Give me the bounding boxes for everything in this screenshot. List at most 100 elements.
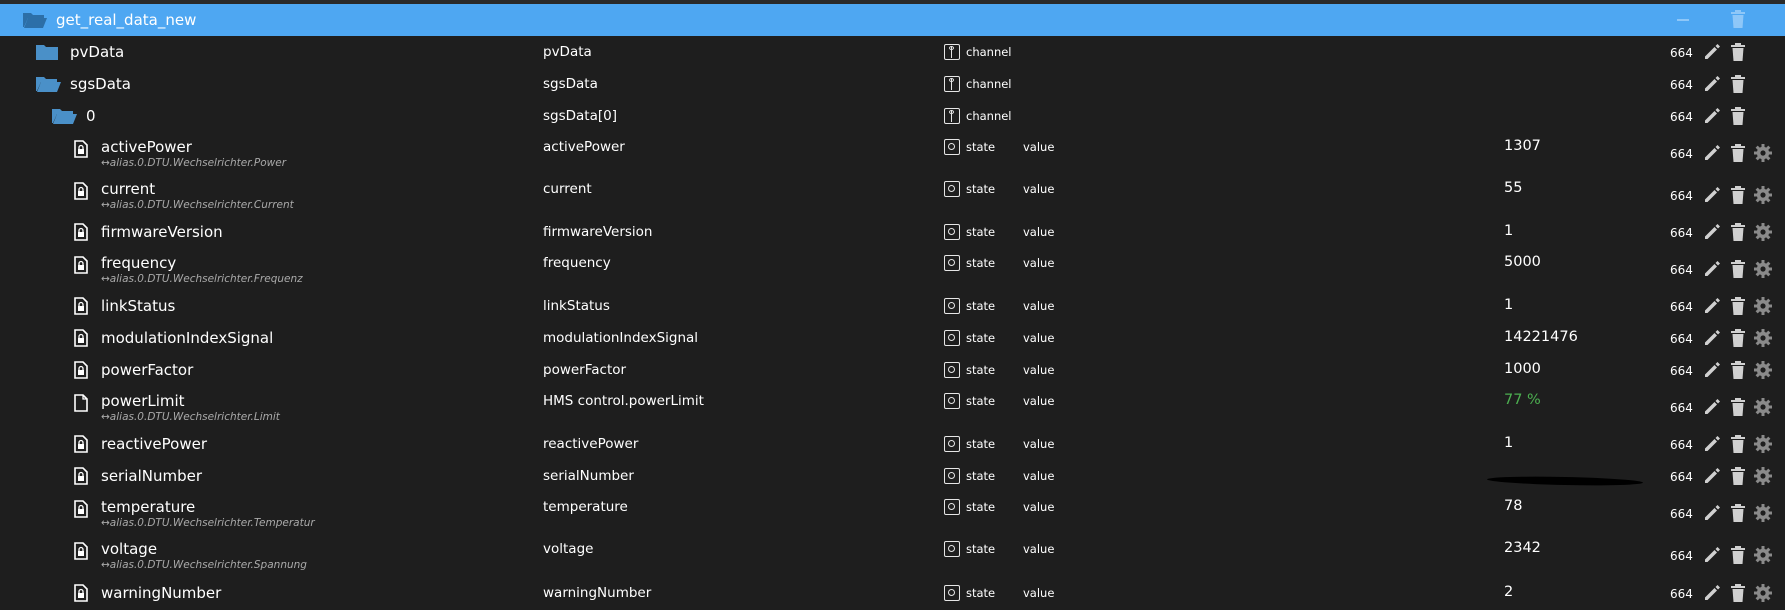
- delete-icon[interactable]: [1731, 504, 1745, 526]
- edit-icon[interactable]: [1703, 186, 1721, 208]
- tree-row-0[interactable]: 0 sgsData[0] channel 664: [0, 100, 1785, 132]
- delete-icon[interactable]: [1731, 584, 1745, 606]
- acl-value[interactable]: 664: [1670, 549, 1693, 563]
- tree-row-sgsdata[interactable]: sgsData sgsData channel 664: [0, 68, 1785, 100]
- collapse-icon[interactable]: [1677, 19, 1689, 21]
- state-value[interactable]: 1: [1504, 297, 1513, 313]
- root-folder-row[interactable]: get_real_data_new: [0, 4, 1785, 36]
- acl-value[interactable]: 664: [1670, 364, 1693, 378]
- folder-closed-icon[interactable]: [36, 44, 58, 64]
- acl-value[interactable]: 664: [1670, 226, 1693, 240]
- acl-value[interactable]: 664: [1670, 110, 1693, 124]
- edit-icon[interactable]: [1703, 467, 1721, 489]
- settings-gear-icon[interactable]: [1754, 398, 1772, 420]
- tree-row-pvdata[interactable]: pvData pvData channel 664: [0, 36, 1785, 68]
- acl-value[interactable]: 664: [1670, 332, 1693, 346]
- delete-icon[interactable]: [1731, 107, 1745, 129]
- edit-icon[interactable]: [1703, 398, 1721, 420]
- alias-link[interactable]: ↔alias.0.DTU.Wechselrichter.Frequenz: [101, 273, 303, 285]
- tree-row-reactivepower[interactable]: reactivePower reactivePower state value 1 664: [0, 428, 1785, 460]
- state-value[interactable]: 55: [1504, 180, 1522, 196]
- delete-icon[interactable]: [1731, 43, 1745, 65]
- delete-icon[interactable]: [1731, 223, 1745, 245]
- folder-open-icon[interactable]: [52, 108, 78, 128]
- delete-icon[interactable]: [1731, 398, 1745, 420]
- settings-gear-icon[interactable]: [1754, 223, 1772, 245]
- settings-gear-icon[interactable]: [1754, 361, 1772, 383]
- tree-row-warningnumber[interactable]: warningNumber warningNumber state value 2 664: [0, 576, 1785, 610]
- alias-link[interactable]: ↔alias.0.DTU.Wechselrichter.Temperatur: [101, 517, 315, 529]
- tree-row-linkstatus[interactable]: linkStatus linkStatus state value 1 664: [0, 290, 1785, 322]
- tree-row-voltage[interactable]: voltage ↔alias.0.DTU.Wechselrichter.Spann…: [0, 534, 1785, 576]
- edit-icon[interactable]: [1703, 144, 1721, 166]
- acl-value[interactable]: 664: [1670, 46, 1693, 60]
- folder-open-icon[interactable]: [36, 76, 62, 96]
- edit-icon[interactable]: [1703, 435, 1721, 457]
- edit-icon[interactable]: [1703, 504, 1721, 526]
- alias-link[interactable]: ↔alias.0.DTU.Wechselrichter.Current: [101, 199, 294, 211]
- acl-value[interactable]: 664: [1670, 78, 1693, 92]
- settings-gear-icon[interactable]: [1754, 260, 1772, 282]
- edit-icon[interactable]: [1703, 75, 1721, 97]
- edit-icon[interactable]: [1703, 260, 1721, 282]
- delete-icon[interactable]: [1731, 329, 1745, 351]
- acl-value[interactable]: 664: [1670, 147, 1693, 161]
- delete-icon[interactable]: [1731, 361, 1745, 383]
- delete-icon[interactable]: [1731, 467, 1745, 489]
- tree-row-powerfactor[interactable]: powerFactor powerFactor state value 1000 664: [0, 354, 1785, 386]
- acl-value[interactable]: 664: [1670, 507, 1693, 521]
- delete-icon[interactable]: [1731, 75, 1745, 97]
- edit-icon[interactable]: [1703, 223, 1721, 245]
- settings-gear-icon[interactable]: [1754, 584, 1772, 606]
- settings-gear-icon[interactable]: [1754, 504, 1772, 526]
- state-value[interactable]: 5000: [1504, 254, 1541, 270]
- acl-value[interactable]: 664: [1670, 438, 1693, 452]
- state-value[interactable]: 78: [1504, 498, 1522, 514]
- edit-icon[interactable]: [1703, 584, 1721, 606]
- edit-icon[interactable]: [1703, 546, 1721, 568]
- state-value[interactable]: 1307: [1504, 138, 1541, 154]
- tree-row-firmwareversion[interactable]: firmwareVersion firmwareVersion state value…: [0, 216, 1785, 248]
- settings-gear-icon[interactable]: [1754, 144, 1772, 166]
- state-value[interactable]: 14221476: [1504, 329, 1578, 345]
- settings-gear-icon[interactable]: [1754, 186, 1772, 208]
- settings-gear-icon[interactable]: [1754, 546, 1772, 568]
- settings-gear-icon[interactable]: [1754, 297, 1772, 319]
- alias-link[interactable]: ↔alias.0.DTU.Wechselrichter.Limit: [101, 411, 280, 423]
- edit-icon[interactable]: [1703, 107, 1721, 129]
- delete-icon[interactable]: [1731, 297, 1745, 319]
- delete-icon[interactable]: [1731, 10, 1745, 32]
- edit-icon[interactable]: [1703, 329, 1721, 351]
- state-value[interactable]: 2: [1504, 584, 1513, 600]
- acl-value[interactable]: 664: [1670, 587, 1693, 601]
- acl-value[interactable]: 664: [1670, 470, 1693, 484]
- tree-row-modulationindexsignal[interactable]: modulationIndexSignal modulationIndexSign…: [0, 322, 1785, 354]
- tree-row-serialnumber[interactable]: serialNumber serialNumber state value 664: [0, 460, 1785, 492]
- acl-value[interactable]: 664: [1670, 401, 1693, 415]
- settings-gear-icon[interactable]: [1754, 435, 1772, 457]
- state-value[interactable]: 1: [1504, 223, 1513, 239]
- alias-link[interactable]: ↔alias.0.DTU.Wechselrichter.Spannung: [101, 559, 307, 571]
- acl-value[interactable]: 664: [1670, 263, 1693, 277]
- tree-row-current[interactable]: current ↔alias.0.DTU.Wechselrichter.Curre…: [0, 174, 1785, 216]
- edit-icon[interactable]: [1703, 43, 1721, 65]
- state-value[interactable]: 77 %: [1504, 392, 1541, 408]
- tree-row-frequency[interactable]: frequency ↔alias.0.DTU.Wechselrichter.Fre…: [0, 248, 1785, 290]
- alias-link[interactable]: ↔alias.0.DTU.Wechselrichter.Power: [101, 157, 286, 169]
- settings-gear-icon[interactable]: [1754, 329, 1772, 351]
- delete-icon[interactable]: [1731, 546, 1745, 568]
- settings-gear-icon[interactable]: [1754, 467, 1772, 489]
- acl-value[interactable]: 664: [1670, 300, 1693, 314]
- state-value[interactable]: 2342: [1504, 540, 1541, 556]
- delete-icon[interactable]: [1731, 260, 1745, 282]
- state-value[interactable]: 1: [1504, 435, 1513, 451]
- acl-value[interactable]: 664: [1670, 189, 1693, 203]
- edit-icon[interactable]: [1703, 297, 1721, 319]
- edit-icon[interactable]: [1703, 361, 1721, 383]
- state-value[interactable]: 1000: [1504, 361, 1541, 377]
- delete-icon[interactable]: [1731, 144, 1745, 166]
- tree-row-temperature[interactable]: temperature ↔alias.0.DTU.Wechselrichter.T…: [0, 492, 1785, 534]
- tree-row-powerlimit[interactable]: powerLimit ↔alias.0.DTU.Wechselrichter.Li…: [0, 386, 1785, 428]
- delete-icon[interactable]: [1731, 435, 1745, 457]
- delete-icon[interactable]: [1731, 186, 1745, 208]
